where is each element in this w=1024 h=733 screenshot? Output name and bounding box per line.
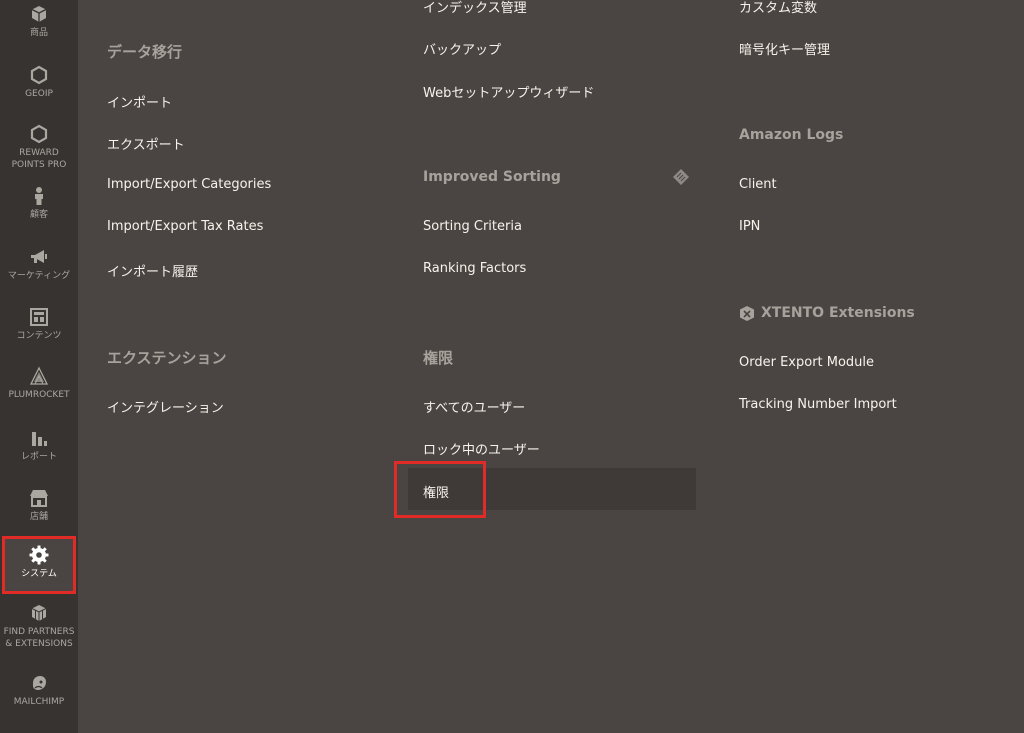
link-import-export-categories[interactable]: Import/Export Categories [107, 177, 271, 192]
nav-geoip[interactable]: GEOIP [0, 65, 78, 100]
nav-content[interactable]: コンテンツ [0, 307, 78, 342]
link-integrations[interactable]: インテグレーション [107, 397, 224, 416]
mailchimp-icon [33, 676, 46, 690]
section-heading-permissions: 権限 [423, 350, 454, 367]
link-ipn[interactable]: IPN [739, 219, 760, 234]
link-backups[interactable]: バックアップ [423, 39, 501, 58]
hexagon-icon [30, 124, 48, 144]
link-ranking-factors[interactable]: Ranking Factors [423, 261, 526, 276]
plumrocket-logo-icon [29, 366, 49, 385]
link-sorting-criteria[interactable]: Sorting Criteria [423, 219, 522, 234]
nav-label: 商品 [29, 28, 48, 38]
nav-label: REWARD POINTS PRO [11, 148, 67, 170]
section-heading-extensions: エクステンション [107, 350, 227, 367]
link-custom-variables[interactable]: カスタム変数 [739, 0, 817, 16]
link-import[interactable]: インポート [107, 92, 172, 111]
bar-chart-icon [32, 432, 47, 446]
link-order-export-module[interactable]: Order Export Module [739, 355, 874, 370]
nav-reward-points[interactable]: REWARD POINTS PRO [0, 124, 78, 171]
section-heading-data-transfer: データ移行 [107, 44, 183, 61]
nav-label: レポート [20, 452, 57, 462]
blocks-icon [31, 605, 47, 621]
nav-mailchimp[interactable]: MAILCHIMP [0, 673, 78, 708]
link-tracking-number-import[interactable]: Tracking Number Import [739, 397, 897, 412]
section-heading-improved-sorting: Improved Sorting [423, 169, 561, 185]
nav-label: マーケティング [7, 271, 71, 281]
link-web-setup-wizard[interactable]: Webセットアップウィザード [423, 82, 594, 101]
link-export[interactable]: エクスポート [107, 134, 185, 153]
xtento-logo-icon [740, 306, 754, 321]
section-heading-xtento-extensions: XTENTO Extensions [761, 305, 915, 321]
nav-label: FIND PARTNERS & EXTENSIONS [3, 627, 75, 649]
nav-label: システム [21, 569, 57, 579]
layout-icon [30, 308, 48, 326]
megaphone-icon [31, 250, 47, 263]
nav-marketing[interactable]: マーケティング [0, 247, 78, 282]
nav-label: 顧客 [29, 210, 48, 220]
link-import-history[interactable]: インポート履歴 [107, 261, 198, 280]
gear-icon [29, 545, 49, 565]
link-client[interactable]: Client [739, 177, 777, 192]
link-locked-users[interactable]: ロック中のユーザー [423, 439, 540, 458]
section-heading-amazon-logs: Amazon Logs [739, 127, 844, 143]
person-icon [35, 187, 43, 205]
nav-label: GEOIP [25, 89, 53, 99]
nav-stores[interactable]: 店舗 [0, 488, 78, 523]
link-import-export-tax-rates[interactable]: Import/Export Tax Rates [107, 219, 263, 234]
store-icon [30, 490, 48, 507]
nav-find-partners[interactable]: FIND PARTNERS & EXTENSIONS [0, 603, 78, 650]
improved-sorting-logo-icon [673, 169, 689, 185]
nav-label: 店舗 [29, 512, 48, 522]
link-all-users[interactable]: すべてのユーザー [423, 397, 525, 416]
nav-system[interactable]: システム [0, 545, 78, 580]
box-icon [31, 6, 47, 22]
nav-plumrocket[interactable]: PLUMROCKET [0, 366, 78, 401]
nav-customers[interactable]: 顧客 [0, 186, 78, 221]
link-index-management[interactable]: インデックス管理 [423, 0, 527, 16]
nav-products[interactable]: 商品 [0, 4, 78, 39]
admin-sidebar: 商品 GEOIP REWARD POINTS PRO 顧客 マーケティング コン… [0, 0, 78, 733]
link-encryption-key[interactable]: 暗号化キー管理 [739, 39, 830, 58]
hexagon-icon [30, 65, 48, 85]
nav-reports[interactable]: レポート [0, 428, 78, 463]
nav-label: コンテンツ [16, 331, 62, 341]
nav-label: MAILCHIMP [13, 697, 65, 707]
nav-label: PLUMROCKET [8, 390, 70, 400]
link-user-roles[interactable]: 権限 [423, 482, 449, 501]
